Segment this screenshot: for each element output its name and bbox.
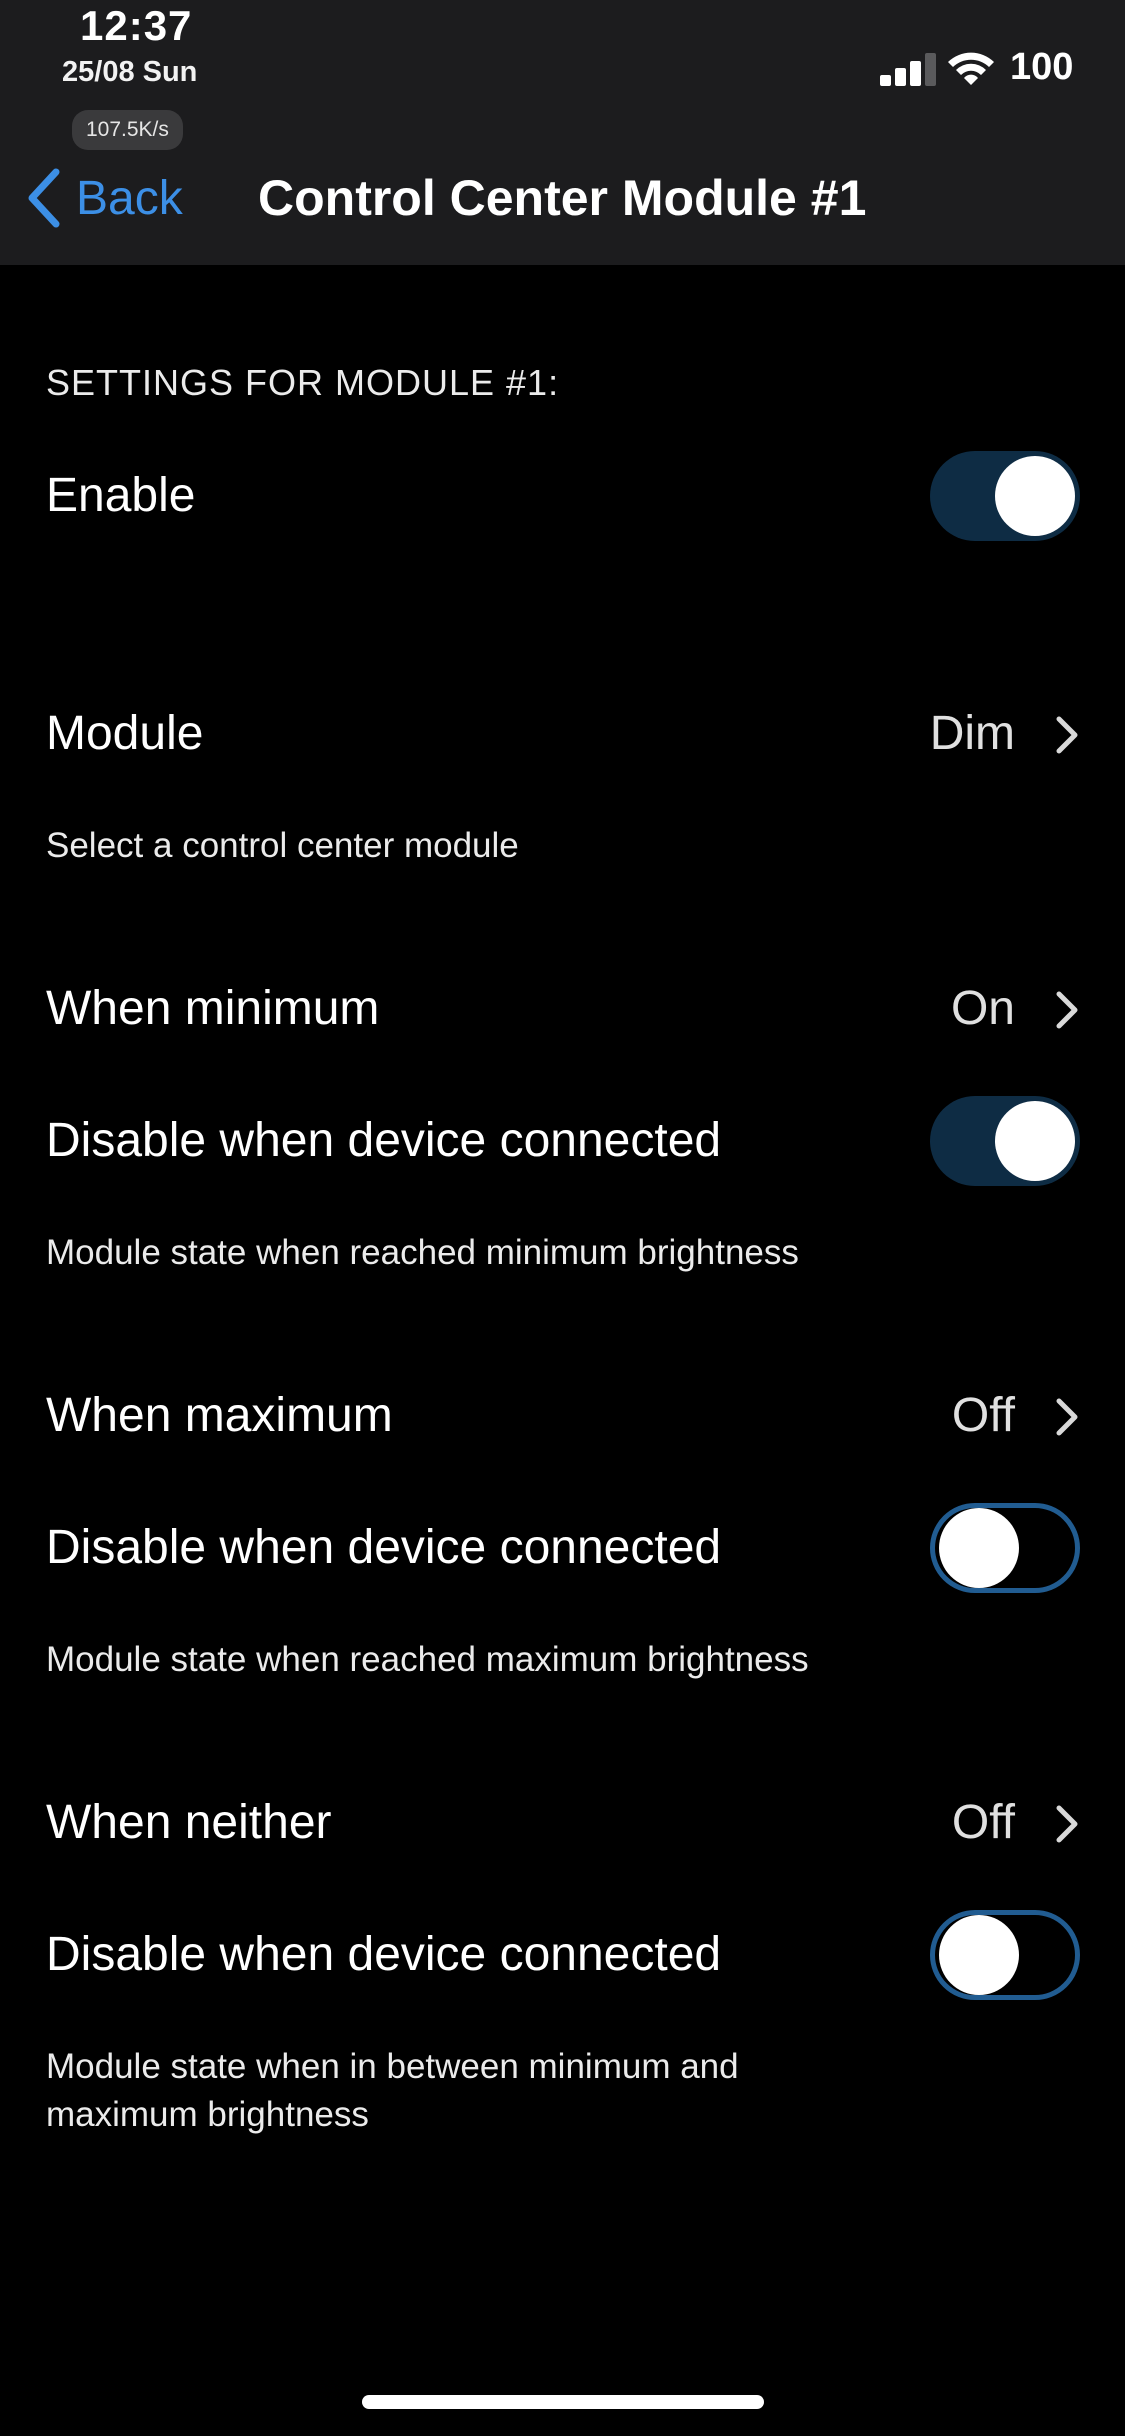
when-maximum-value: Off	[951, 1389, 1015, 1442]
section-header: SETTINGS FOR MODULE #1:	[46, 362, 560, 403]
when-neither-row[interactable]: When neither Off	[0, 1768, 1125, 1878]
when-maximum-row[interactable]: When maximum Off	[0, 1361, 1125, 1471]
maximum-disable-label: Disable when device connected	[46, 1521, 722, 1574]
toggle-knob	[939, 1508, 1019, 1588]
when-minimum-label: When minimum	[46, 982, 380, 1035]
toggle-knob	[995, 456, 1075, 536]
minimum-disable-label: Disable when device connected	[46, 1114, 722, 1167]
neither-footer-line2: maximum brightness	[46, 2095, 369, 2134]
back-button-label: Back	[76, 171, 183, 225]
maximum-footer: Module state when reached maximum bright…	[46, 1640, 809, 1679]
minimum-footer: Module state when reached minimum bright…	[46, 1233, 799, 1272]
neither-disable-toggle[interactable]	[930, 1910, 1080, 2000]
home-indicator[interactable]	[362, 2395, 764, 2409]
chevron-right-icon	[1056, 991, 1078, 1029]
module-label: Module	[46, 707, 204, 760]
neither-footer: Module state when in between minimum and…	[46, 2043, 946, 2139]
battery-level: 100	[1010, 46, 1074, 88]
neither-disable-label: Disable when device connected	[46, 1928, 722, 1981]
chevron-right-icon	[1056, 1398, 1078, 1436]
page-title: Control Center Module #1	[258, 170, 867, 226]
wifi-icon	[948, 52, 994, 85]
neither-disable-row: Disable when device connected	[0, 1900, 1125, 2010]
chevron-left-icon	[28, 168, 60, 228]
chevron-right-icon	[1056, 716, 1078, 754]
back-button[interactable]: Back	[24, 162, 183, 234]
chevron-right-icon	[1056, 1805, 1078, 1843]
toggle-knob	[939, 1915, 1019, 1995]
status-date: 25/08 Sun	[62, 56, 198, 88]
module-value: Dim	[929, 707, 1015, 760]
module-row[interactable]: Module Dim	[0, 679, 1125, 789]
status-time: 12:37	[80, 2, 193, 49]
toggle-knob	[995, 1101, 1075, 1181]
network-speed-badge: 107.5K/s	[72, 110, 183, 150]
when-neither-value: Off	[951, 1796, 1015, 1849]
when-maximum-label: When maximum	[46, 1389, 393, 1442]
when-neither-label: When neither	[46, 1796, 332, 1849]
minimum-disable-toggle[interactable]	[930, 1096, 1080, 1186]
when-minimum-value: On	[950, 982, 1015, 1035]
maximum-disable-row: Disable when device connected	[0, 1493, 1125, 1603]
when-minimum-row[interactable]: When minimum On	[0, 954, 1125, 1064]
enable-label: Enable	[46, 469, 196, 522]
enable-row: Enable	[0, 441, 1125, 551]
neither-footer-line1: Module state when in between minimum and	[46, 2047, 739, 2086]
module-footer: Select a control center module	[46, 826, 519, 865]
navigation-bar: 12:37 25/08 Sun 107.5K/s 100 Back Contro…	[0, 0, 1125, 265]
maximum-disable-toggle[interactable]	[930, 1503, 1080, 1593]
cellular-signal-icon	[880, 52, 936, 86]
enable-toggle[interactable]	[930, 451, 1080, 541]
minimum-disable-row: Disable when device connected	[0, 1086, 1125, 1196]
